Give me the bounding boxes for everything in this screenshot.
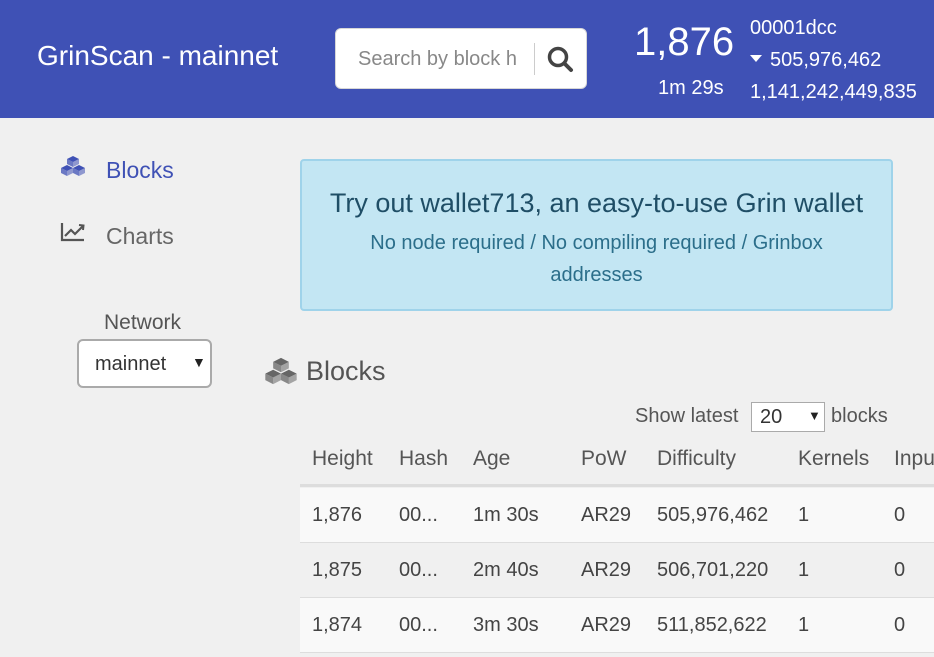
brand-title[interactable]: GrinScan - mainnet (37, 40, 278, 72)
search-button[interactable] (544, 43, 578, 75)
cell-inputs: 0 (894, 614, 906, 636)
network-select[interactable]: mainnet ▼ (77, 339, 212, 388)
sidebar-item-label: Blocks (106, 157, 174, 183)
cell-kernels: 1 (798, 504, 810, 526)
table-row[interactable]: 1,875 00... 2m 40s AR29 506,701,220 1 0 (300, 543, 934, 598)
cell-height[interactable]: 1,876 (312, 504, 362, 527)
latest-height: 1,876 (634, 20, 735, 64)
cell-hash[interactable]: 00... (399, 614, 438, 637)
cell-difficulty: 511,852,622 (657, 614, 767, 636)
cell-height[interactable]: 1,874 (312, 614, 362, 637)
latest-age: 1m 29s (658, 77, 724, 99)
column-header-inputs[interactable]: Inpu (894, 447, 934, 471)
top-header: GrinScan - mainnet 1,876 1m 29s 00001dcc… (0, 0, 934, 118)
difficulty-stat: 505,976,462 (750, 49, 881, 72)
cell-kernels: 1 (798, 559, 810, 581)
total-difficulty: 1,141,242,449,835 (750, 81, 917, 103)
table-row[interactable]: 1,874 00... 3m 30s AR29 511,852,622 1 0 (300, 598, 934, 653)
cell-kernels: 1 (798, 614, 810, 636)
show-latest-prefix: Show latest (635, 405, 739, 427)
cell-height[interactable]: 1,875 (312, 559, 362, 582)
cell-age: 3m 30s (473, 614, 539, 636)
column-header-kernels[interactable]: Kernels (798, 447, 869, 471)
latest-hash: 00001dcc (750, 17, 837, 39)
sidebar-item-label: Charts (106, 223, 174, 249)
cell-pow: AR29 (581, 559, 632, 581)
search-divider (534, 43, 535, 75)
difficulty-value: 505,976,462 (770, 49, 882, 71)
search-box[interactable] (335, 28, 587, 89)
column-header-height[interactable]: Height (312, 447, 373, 471)
cell-difficulty: 505,976,462 (657, 504, 769, 526)
line-chart-icon (60, 223, 85, 242)
promo-title-link[interactable]: Try out wallet713, an easy-to-use Grin w… (302, 188, 891, 219)
promo-subtitle: No node required / No compiling required… (370, 232, 823, 286)
dropdown-arrow-icon: ▼ (192, 354, 206, 370)
caret-down-icon (750, 55, 762, 63)
column-header-age[interactable]: Age (473, 447, 510, 471)
cell-inputs: 0 (894, 559, 906, 581)
search-icon (547, 46, 573, 72)
cell-pow: AR29 (581, 504, 632, 526)
cell-pow: AR29 (581, 614, 632, 636)
cubes-icon (265, 357, 297, 385)
dropdown-arrow-icon: ▼ (808, 408, 821, 423)
cubes-icon (61, 156, 85, 176)
promo-alert: Try out wallet713, an easy-to-use Grin w… (300, 159, 893, 311)
cell-hash[interactable]: 00... (399, 559, 438, 582)
network-selected-value: mainnet (95, 353, 167, 375)
cell-inputs: 0 (894, 504, 906, 526)
column-header-pow[interactable]: PoW (581, 447, 627, 471)
column-header-hash[interactable]: Hash (399, 447, 448, 471)
cell-difficulty: 506,701,220 (657, 559, 769, 581)
search-input[interactable] (358, 43, 528, 75)
cell-age: 1m 30s (473, 504, 539, 526)
table-row[interactable]: 1,876 00... 1m 30s AR29 505,976,462 1 0 (300, 488, 934, 543)
cell-age: 2m 40s (473, 559, 539, 581)
show-latest-suffix: blocks (831, 405, 888, 427)
blocks-table: Height Hash Age PoW Difficulty Kernels I… (300, 431, 934, 657)
network-label: Network (104, 311, 182, 334)
section-title-label: Blocks (306, 356, 386, 386)
show-latest-value: 20 (760, 406, 783, 428)
show-latest-select[interactable]: 20 ▼ (751, 402, 825, 432)
cell-hash[interactable]: 00... (399, 504, 438, 527)
table-header: Height Hash Age PoW Difficulty Kernels I… (300, 431, 934, 487)
column-header-difficulty[interactable]: Difficulty (657, 447, 736, 471)
